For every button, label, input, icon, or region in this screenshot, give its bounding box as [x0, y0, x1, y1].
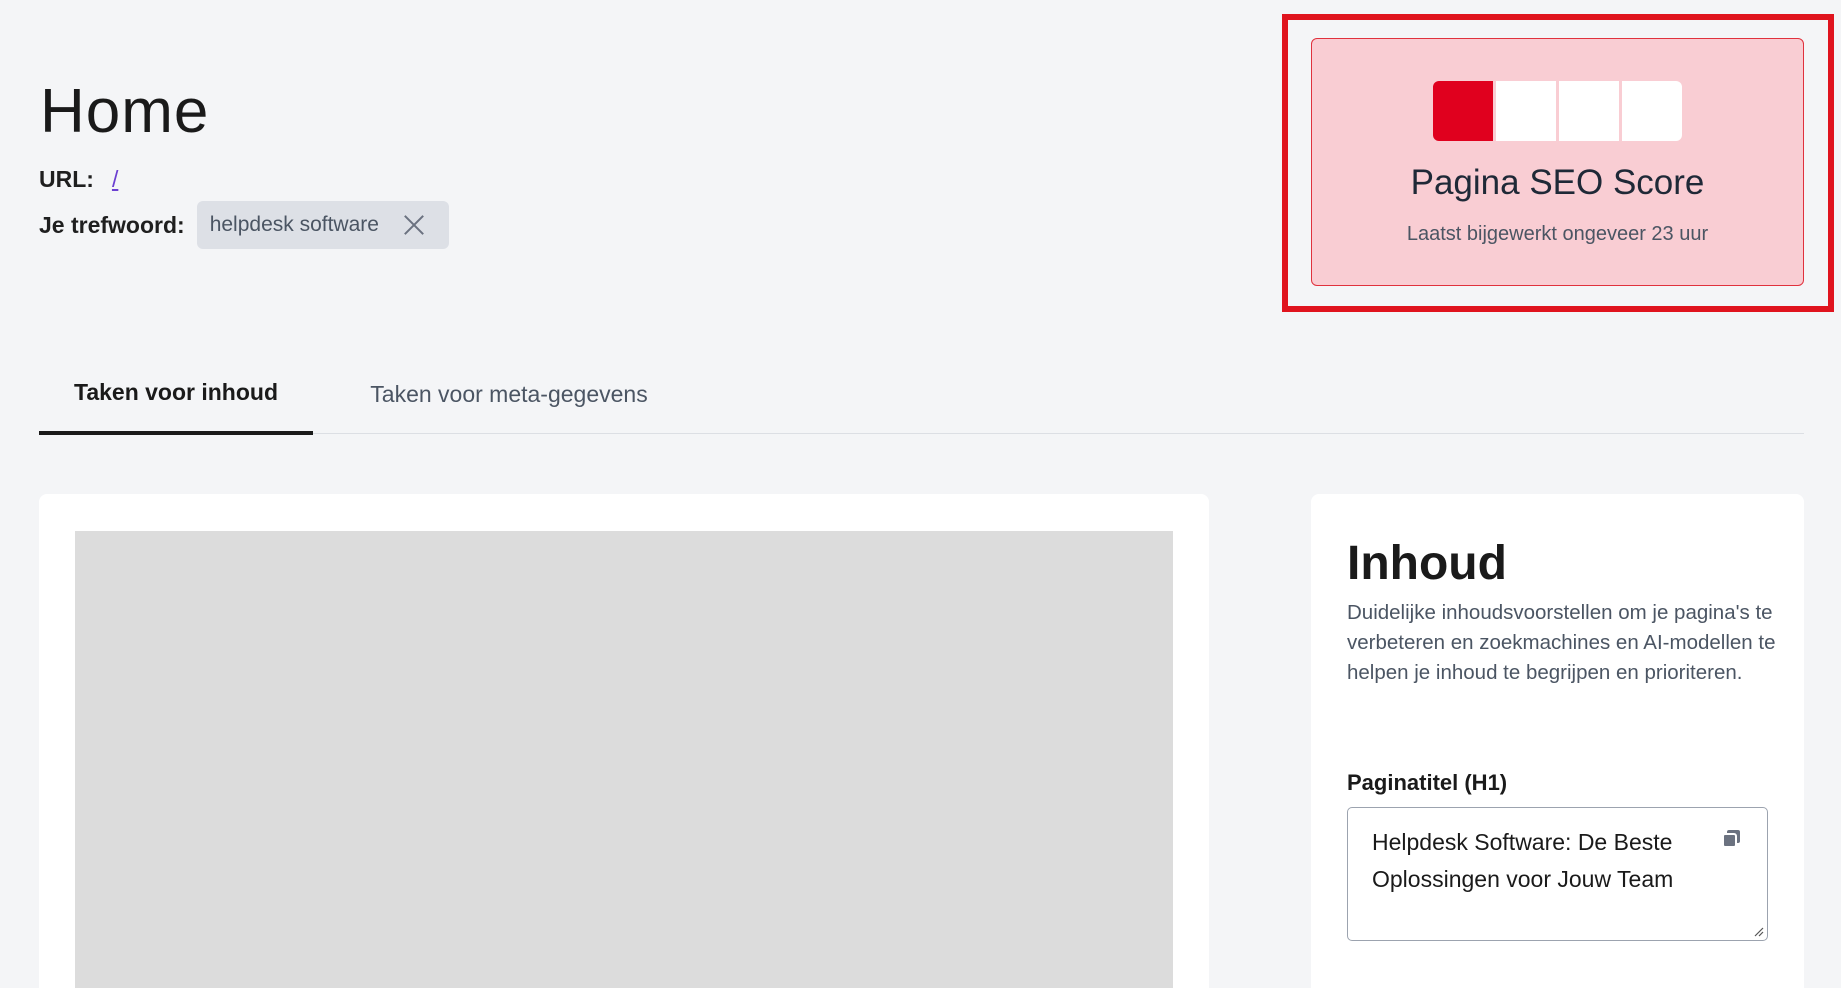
preview-card: [39, 494, 1209, 988]
remove-keyword-close-icon[interactable]: [403, 214, 425, 236]
seo-score-title: Pagina SEO Score: [1410, 163, 1705, 202]
tab-bar: Taken voor inhoud Taken voor meta-gegeve…: [39, 354, 1804, 435]
page-preview-placeholder: [75, 531, 1173, 988]
score-segment: [1559, 81, 1619, 141]
tab-meta-tasks[interactable]: Taken voor meta-gegevens: [349, 354, 669, 434]
seo-score-meter: [1433, 81, 1682, 141]
content-panel: Inhoud Duidelijke inhoudsvoorstellen om …: [1311, 494, 1804, 988]
copy-icon[interactable]: [1721, 828, 1743, 850]
url-label: URL:: [39, 165, 94, 192]
tab-content-tasks[interactable]: Taken voor inhoud: [39, 354, 313, 435]
url-row: URL: /: [39, 162, 118, 196]
keyword-row: Je trefwoord: helpdesk software: [39, 201, 449, 249]
score-segment: [1622, 81, 1682, 141]
score-segment: [1496, 81, 1556, 141]
page-title: Home: [40, 77, 210, 146]
keyword-chip: helpdesk software: [196, 201, 449, 249]
content-panel-title: Inhoud: [1347, 537, 1507, 590]
score-segment: [1433, 81, 1493, 141]
content-panel-description: Duidelijke inhoudsvoorstellen om je pagi…: [1347, 601, 1776, 684]
url-link[interactable]: /: [112, 166, 118, 193]
h1-field-label: Paginatitel (H1): [1347, 770, 1508, 795]
h1-textarea[interactable]: Helpdesk Software: De Beste Oplossingen …: [1347, 807, 1768, 941]
resize-handle-icon[interactable]: [1752, 925, 1764, 937]
h1-text: Helpdesk Software: De Beste Oplossingen …: [1372, 829, 1674, 892]
keyword-label: Je trefwoord:: [39, 211, 185, 238]
seo-score-card: Pagina SEO Score Laatst bijgewerkt ongev…: [1311, 38, 1804, 286]
page: Home URL: / Je trefwoord: helpdesk softw…: [0, 0, 1841, 988]
keyword-value: helpdesk software: [209, 213, 379, 236]
seo-score-updated: Laatst bijgewerkt ongeveer 23 uur: [1406, 223, 1709, 245]
